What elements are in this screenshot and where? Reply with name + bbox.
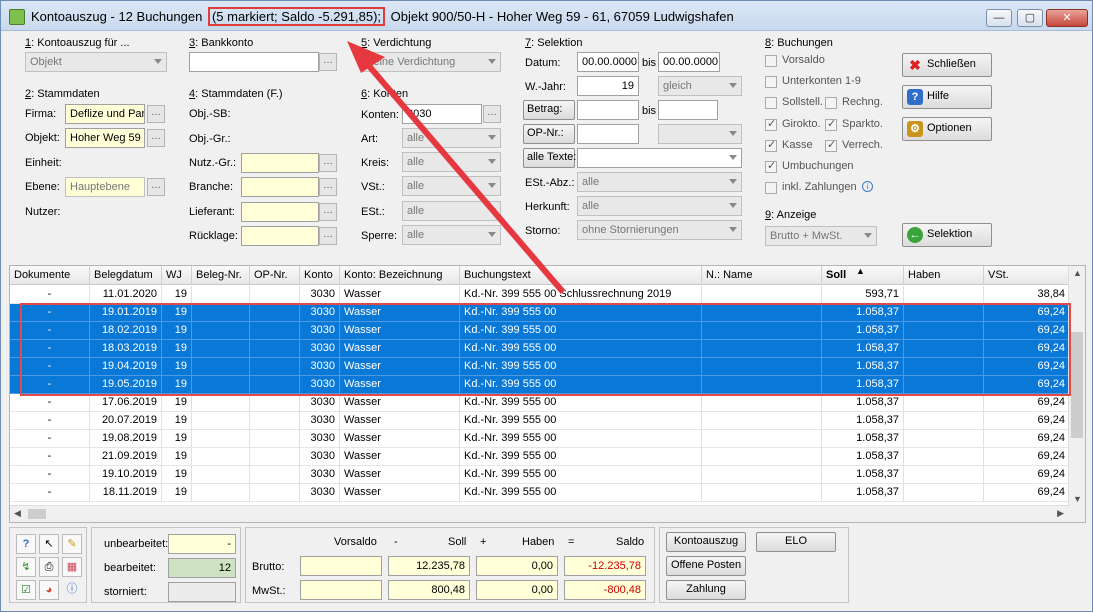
unbearbeitet-value: - bbox=[168, 534, 236, 554]
brutto-saldo: -12.235,78 bbox=[564, 556, 646, 576]
brutto-soll: 12.235,78 bbox=[388, 556, 470, 576]
checkbox-icon[interactable]: ☑ bbox=[16, 580, 36, 600]
plus-header: + bbox=[480, 536, 487, 548]
mwst-label: MwSt.: bbox=[252, 585, 286, 597]
toolbar-panel: ? ↖ ✎ ↯ ⎙ ▦ ☑ ◕ ⓘ bbox=[9, 527, 87, 603]
main-window: Kontoauszug - 12 Buchungen (5 markiert; … bbox=[0, 0, 1093, 612]
totals-panel: Vorsaldo - Soll + Haben = Saldo Brutto: … bbox=[245, 527, 655, 603]
help-icon[interactable]: ? bbox=[16, 534, 36, 554]
vorsaldo-header: Vorsaldo bbox=[334, 536, 377, 548]
elo-button[interactable]: ELO bbox=[756, 532, 836, 552]
mwst-soll: 800,48 bbox=[388, 580, 470, 600]
mwst-haben: 0,00 bbox=[476, 580, 558, 600]
soll-header: Soll bbox=[448, 536, 467, 548]
storniert-value bbox=[168, 582, 236, 602]
info-icon[interactable]: ⓘ bbox=[62, 580, 82, 600]
mwst-vorsaldo bbox=[300, 580, 382, 600]
brutto-haben: 0,00 bbox=[476, 556, 558, 576]
pencil-icon[interactable]: ✎ bbox=[62, 534, 82, 554]
cursor-icon[interactable]: ↖ bbox=[39, 534, 59, 554]
refresh-icon[interactable]: ↯ bbox=[16, 557, 36, 577]
bearbeitet-label: bearbeitet: bbox=[104, 562, 156, 574]
minus-header: - bbox=[394, 536, 398, 548]
kontoauszug-button[interactable]: Kontoauszug bbox=[666, 532, 746, 552]
export-icon[interactable]: ▦ bbox=[62, 557, 82, 577]
brutto-label: Brutto: bbox=[252, 561, 285, 573]
status-panel: unbearbeitet: - bearbeitet: 12 storniert… bbox=[91, 527, 241, 603]
mwst-saldo: -800,48 bbox=[564, 580, 646, 600]
annotation-arrow bbox=[347, 41, 566, 294]
actions-panel: Kontoauszug ELO Offene Posten Zahlung bbox=[659, 527, 849, 603]
print-icon[interactable]: ⎙ bbox=[39, 557, 59, 577]
offene-posten-button[interactable]: Offene Posten bbox=[666, 556, 746, 576]
chart-icon[interactable]: ◕ bbox=[39, 580, 59, 600]
haben-header: Haben bbox=[522, 536, 555, 548]
bearbeitet-value: 12 bbox=[168, 558, 236, 578]
brutto-vorsaldo bbox=[300, 556, 382, 576]
equals-header: = bbox=[568, 536, 575, 548]
saldo-header: Saldo bbox=[616, 536, 645, 548]
footer-area: ? ↖ ✎ ↯ ⎙ ▦ ☑ ◕ ⓘ unbearbeitet: - bearbe… bbox=[9, 527, 1086, 607]
unbearbeitet-label: unbearbeitet: bbox=[104, 538, 169, 550]
zahlung-button[interactable]: Zahlung bbox=[666, 580, 746, 600]
storniert-label: storniert: bbox=[104, 586, 147, 598]
